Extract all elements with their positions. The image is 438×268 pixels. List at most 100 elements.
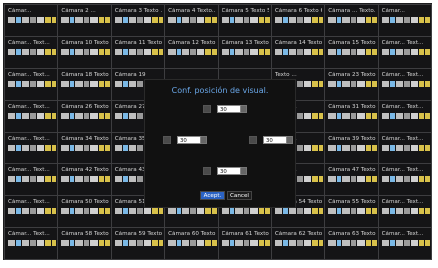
- status-icon: [381, 112, 389, 119]
- camera-cell[interactable]: Cámar... Text...: [378, 100, 431, 132]
- camera-cell[interactable]: Cámara 18 Texto ...: [58, 68, 111, 100]
- camera-cell[interactable]: Cámara 13 Texto ...: [218, 36, 271, 68]
- camera-cell[interactable]: Cámara 55 Texto ...: [325, 196, 378, 228]
- camera-cell[interactable]: Cámara 14 Texto ...: [271, 36, 325, 68]
- status-icon: [328, 208, 336, 215]
- camera-cell[interactable]: Cámar... Text...: [378, 132, 431, 164]
- camera-cell[interactable]: Cámara 47 Texto ...: [325, 164, 378, 196]
- status-icon: [211, 17, 217, 23]
- status-icon: [288, 48, 297, 55]
- camera-cell[interactable]: Cámara 11 Texto ...: [111, 36, 165, 68]
- status-icon: [69, 208, 75, 215]
- camera-cell[interactable]: Cámara 60 Texto ...: [165, 228, 218, 259]
- camera-cell[interactable]: Cámara 23 Texto ...: [325, 68, 378, 100]
- camera-cell[interactable]: Cámar... Text...: [378, 68, 431, 100]
- camera-cell[interactable]: Cámara 12 Texto ...: [165, 36, 218, 68]
- camera-cell[interactable]: Cámara 58 Texto ...: [58, 228, 111, 259]
- camera-label: Cámar... Text...: [8, 103, 50, 110]
- status-icon: [297, 112, 303, 119]
- status-icon: [390, 17, 395, 23]
- camera-cell[interactable]: Cámara 63 Texto ...: [325, 228, 378, 259]
- cancel-button[interactable]: Cancel: [227, 191, 252, 200]
- status-icon: [258, 17, 265, 23]
- status-icon: [158, 48, 164, 55]
- status-icon: [250, 240, 258, 247]
- camera-cell[interactable]: Cámara 39 Texto ...: [325, 132, 378, 164]
- right-stepper[interactable]: [287, 136, 293, 144]
- camera-label: Cámara 42 Texto ...: [61, 167, 109, 174]
- top-checkbox[interactable]: [203, 105, 211, 113]
- camera-cell[interactable]: Cámar...: [378, 5, 431, 36]
- status-icon: [143, 48, 152, 55]
- camera-cell[interactable]: Cámara 50 Texto ...: [58, 196, 111, 228]
- status-icon: [318, 48, 324, 55]
- camera-cell[interactable]: Cámara 10 Texto ...: [58, 36, 111, 68]
- camera-cell[interactable]: Cámar... Text...: [5, 132, 58, 164]
- left-stepper[interactable]: [201, 136, 207, 144]
- status-icon: [312, 17, 318, 23]
- camera-cell[interactable]: Cámar... Text...: [378, 228, 431, 259]
- top-stepper[interactable]: [241, 105, 247, 113]
- left-value-input[interactable]: 30: [177, 136, 201, 144]
- status-icon: [303, 48, 312, 55]
- bottom-value-input[interactable]: 30: [217, 167, 241, 175]
- status-icon: [372, 240, 377, 247]
- camera-cell[interactable]: Cámara 2 ...: [58, 5, 111, 36]
- camera-cell[interactable]: Cámar... Text...: [378, 164, 431, 196]
- status-icon: [137, 112, 143, 119]
- status-icons: [61, 48, 110, 56]
- right-value-input[interactable]: 30: [263, 136, 287, 144]
- top-value-input[interactable]: 30: [217, 105, 241, 113]
- accept-button[interactable]: Acept.: [200, 191, 225, 200]
- camera-cell[interactable]: Cámara 15 Texto ...: [325, 36, 378, 68]
- camera-cell[interactable]: Cámara 61 Texto ...: [218, 228, 271, 259]
- status-icon: [250, 17, 258, 23]
- status-icons: [168, 48, 217, 56]
- camera-cell[interactable]: Cámara 6 Texto 6: [271, 5, 325, 36]
- status-icon: [274, 240, 283, 247]
- status-icon: [90, 80, 98, 87]
- camera-cell[interactable]: Cámar... Text...: [378, 196, 431, 228]
- status-icon: [83, 208, 90, 215]
- camera-cell[interactable]: Cámara 5 Texto 5: [218, 5, 271, 36]
- camera-cell[interactable]: Cámar...: [5, 5, 58, 36]
- status-icon: [303, 176, 312, 183]
- camera-cell[interactable]: Cámar... Text...: [378, 36, 431, 68]
- status-icon: [16, 112, 21, 119]
- status-icon: [45, 176, 51, 183]
- camera-cell[interactable]: Cámara 26 Texto ...: [58, 100, 111, 132]
- status-icons: [381, 17, 431, 24]
- camera-cell[interactable]: Cámara 3 Texto ...: [111, 5, 165, 36]
- camera-cell[interactable]: Cámara 42 Texto ...: [58, 164, 111, 196]
- status-icon: [69, 48, 75, 55]
- status-icons: [114, 208, 164, 215]
- camera-cell[interactable]: Cámara 62 Texto ...: [271, 228, 325, 259]
- status-icon: [190, 17, 197, 23]
- camera-cell[interactable]: Cámar... Text...: [5, 36, 58, 68]
- status-icon: [283, 208, 288, 215]
- status-icon: [297, 144, 303, 151]
- status-icon: [69, 144, 75, 151]
- camera-cell[interactable]: Cámar... Text...: [5, 164, 58, 196]
- status-icons: [221, 208, 270, 215]
- camera-cell[interactable]: Cámara 4 Texto...: [165, 5, 218, 36]
- status-icon: [168, 48, 176, 55]
- bottom-stepper[interactable]: [241, 167, 247, 175]
- camera-cell[interactable]: Cámara 59 Texto ...: [111, 228, 165, 259]
- camera-cell[interactable]: Cámara 31 Texto ...: [325, 100, 378, 132]
- bottom-checkbox[interactable]: [203, 167, 211, 175]
- status-icon: [410, 240, 418, 247]
- status-icon: [250, 208, 258, 215]
- status-icon: [98, 112, 105, 119]
- camera-cell[interactable]: Cámar... Text...: [5, 228, 58, 259]
- camera-cell[interactable]: Cámar... Text...: [5, 100, 58, 132]
- status-icon: [61, 208, 69, 215]
- camera-label: Cámara 47 Texto ...: [328, 167, 376, 174]
- left-checkbox[interactable]: [163, 136, 171, 144]
- camera-cell[interactable]: Cámara 34 Texto ...: [58, 132, 111, 164]
- camera-cell[interactable]: Cámar... Text...: [5, 196, 58, 228]
- right-checkbox[interactable]: [249, 136, 257, 144]
- camera-cell[interactable]: Cámar... Text...: [5, 68, 58, 100]
- camera-cell[interactable]: Cámara ... Texto...: [325, 5, 378, 36]
- status-icon: [98, 80, 105, 87]
